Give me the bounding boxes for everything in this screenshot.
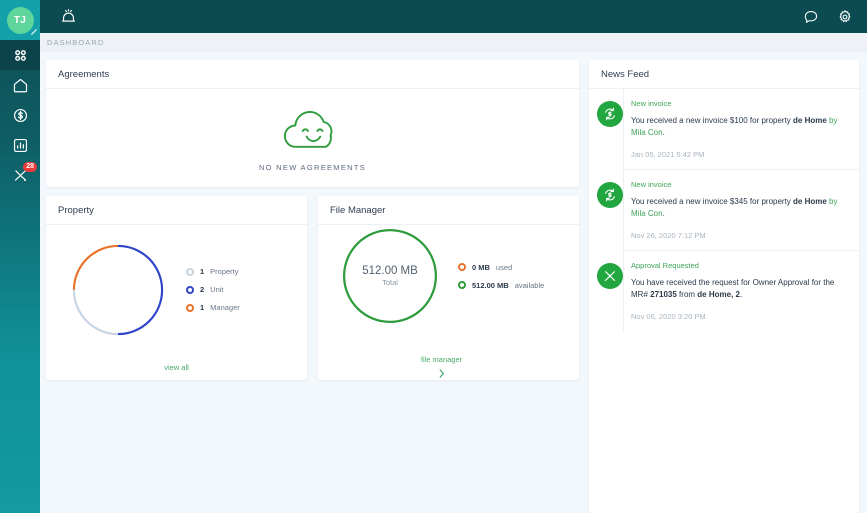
feed-text-mid: from: [676, 290, 698, 299]
maintenance-badge: 28: [23, 162, 37, 172]
feed-text-end: .: [739, 290, 743, 299]
legend-dot-available: [458, 281, 466, 289]
breadcrumb-bar: DASHBOARD: [40, 33, 867, 52]
feed-text-part1: You received a new invoice $100 for prop…: [631, 116, 794, 125]
file-manager-legend: 0 MB used 512.00 MB available: [454, 263, 544, 290]
legend-label-unit: Unit: [210, 285, 224, 294]
file-manager-card: File Manager 512.00 MB Total 0 MB used 5…: [318, 196, 579, 380]
view-all-link[interactable]: view all: [164, 363, 189, 372]
feed-text-bold1: de Home: [793, 116, 827, 125]
feed-rail: [623, 251, 624, 331]
property-donut: [54, 241, 182, 339]
news-feed-list[interactable]: New invoice You received a new invoice $…: [589, 89, 859, 331]
feed-text-bold2: de Home, 2: [697, 290, 740, 299]
feed-timestamp: Nov 06, 2020 3:20 PM: [631, 312, 706, 321]
feed-text-end: .: [662, 128, 665, 137]
feed-timestamp: Jan 05, 2021 5:42 PM: [631, 150, 705, 159]
tools-circle-icon: [597, 263, 623, 289]
sidebar-item-maintenance[interactable]: 28: [0, 160, 40, 190]
topbar: [40, 0, 867, 33]
stats-cards-row: Property 1 Property 2 Unit 1 Manager vie…: [46, 196, 579, 380]
legend-label-used: used: [495, 262, 513, 272]
avatar[interactable]: TJ: [0, 0, 40, 40]
feed-text-bold1: 271035: [650, 290, 677, 299]
sidebar-item-reports[interactable]: [0, 130, 40, 160]
avatar-edit-badge-icon[interactable]: [29, 28, 38, 36]
sidebar-item-home[interactable]: [0, 70, 40, 100]
file-manager-donut-center: 512.00 MB Total: [339, 225, 441, 327]
feed-type: Approval Requested: [631, 261, 699, 270]
legend-dot-used: [458, 263, 466, 271]
invoice-refresh-icon: [597, 101, 623, 127]
list-item[interactable]: Approval Requested You have received the…: [589, 251, 859, 331]
app-root: TJ 28 DASHBOARD Agreements NO NEW AGREEM…: [0, 0, 867, 513]
legend-dot-unit: [186, 285, 194, 294]
feed-text-part1: You received a new invoice $345 for prop…: [631, 197, 794, 206]
file-manager-total-label: Total: [382, 278, 398, 287]
legend-dot-property: [186, 267, 194, 276]
dashboard-content: Agreements NO NEW AGREEMENTS Property 1 …: [40, 52, 867, 513]
property-card: Property 1 Property 2 Unit 1 Manager vie…: [46, 196, 307, 380]
legend-item-property[interactable]: 1 Property: [186, 267, 240, 276]
legend-label-property: Property: [210, 267, 239, 276]
right-column: News Feed New invoice You received a new…: [589, 60, 859, 513]
chevron-right-icon: [439, 369, 445, 380]
list-item[interactable]: New invoice You received a new invoice $…: [589, 170, 859, 250]
feed-type: New invoice: [631, 99, 672, 108]
property-card-footer: view all: [46, 354, 307, 380]
news-feed-title: News Feed: [589, 60, 859, 89]
agreements-empty-text: NO NEW AGREEMENTS: [258, 163, 367, 172]
property-donut-svg: [72, 244, 164, 335]
chat-bubble-icon[interactable]: [803, 9, 819, 25]
feed-text: You received a new invoice $100 for prop…: [631, 115, 849, 139]
sidebar: TJ 28: [0, 0, 40, 513]
legend-count-used: 0 MB: [472, 262, 490, 272]
file-manager-link[interactable]: file manager: [421, 355, 462, 364]
legend-count-manager: 1: [200, 303, 205, 312]
sidebar-item-accounting[interactable]: [0, 100, 40, 130]
invoice-refresh-icon: [597, 182, 623, 208]
legend-item-manager[interactable]: 1 Manager: [186, 303, 240, 312]
property-title: Property: [46, 196, 307, 225]
gear-icon[interactable]: [837, 9, 853, 25]
legend-label-manager: Manager: [210, 303, 240, 312]
legend-item-used[interactable]: 0 MB used: [458, 263, 544, 272]
feed-type: New invoice: [631, 180, 672, 189]
feed-text-end: .: [662, 209, 665, 218]
sidebar-item-apps[interactable]: [0, 40, 40, 70]
legend-item-unit[interactable]: 2 Unit: [186, 285, 240, 294]
legend-label-available: available: [514, 280, 545, 290]
file-manager-donut: 512.00 MB Total: [326, 225, 454, 327]
feed-timestamp: Nov 26, 2020 7:12 PM: [631, 231, 706, 240]
news-feed-card: News Feed New invoice You received a new…: [589, 60, 859, 513]
feed-text-bold1: de Home: [793, 197, 827, 206]
legend-count-available: 512.00 MB: [472, 280, 509, 290]
smiling-cloud-icon: [278, 104, 348, 157]
main-region: DASHBOARD Agreements NO NEW AGREEMENTS P…: [40, 0, 867, 513]
list-item[interactable]: New invoice You received a new invoice $…: [589, 89, 859, 169]
agreements-empty-state: NO NEW AGREEMENTS: [46, 89, 579, 187]
legend-count-property: 1: [200, 267, 205, 276]
agreements-card: Agreements NO NEW AGREEMENTS: [46, 60, 579, 187]
property-chart-row: 1 Property 2 Unit 1 Manager: [46, 225, 307, 354]
agreements-title: Agreements: [46, 60, 579, 89]
legend-count-unit: 2: [200, 285, 205, 294]
file-manager-card-footer: file manager: [318, 327, 579, 380]
property-legend: 1 Property 2 Unit 1 Manager: [182, 267, 240, 312]
file-manager-total-value: 512.00 MB: [362, 265, 418, 277]
siren-alarm-icon[interactable]: [60, 8, 77, 25]
left-column: Agreements NO NEW AGREEMENTS Property 1 …: [46, 60, 579, 513]
breadcrumb[interactable]: DASHBOARD: [47, 38, 104, 47]
feed-rail: [623, 170, 624, 250]
legend-dot-manager: [186, 303, 194, 312]
feed-rail: [623, 89, 624, 169]
file-manager-title: File Manager: [318, 196, 579, 225]
legend-item-available[interactable]: 512.00 MB available: [458, 281, 544, 290]
file-manager-chart-row: 512.00 MB Total 0 MB used 512.00 MB avai…: [318, 225, 579, 327]
feed-text: You received a new invoice $345 for prop…: [631, 196, 849, 220]
feed-text: You have received the request for Owner …: [631, 277, 849, 301]
